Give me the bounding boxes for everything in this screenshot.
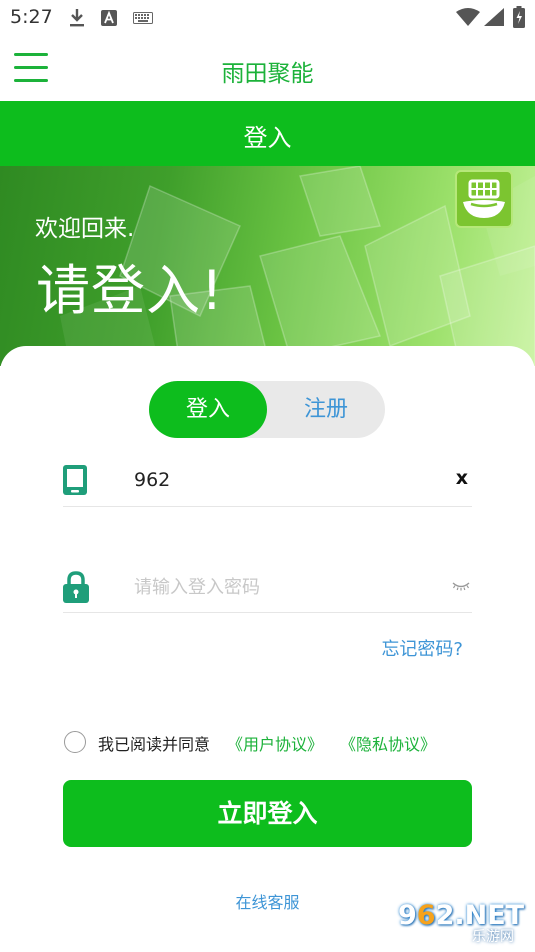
lock-icon	[63, 571, 89, 603]
battery-icon	[513, 6, 525, 28]
status-bar: 5:27	[0, 0, 535, 36]
phone-input[interactable]: 962	[134, 469, 170, 491]
login-register-toggle: 登入 注册	[149, 381, 385, 438]
app-title: 雨田聚能	[221, 61, 314, 87]
clear-phone-button[interactable]: x	[456, 467, 468, 489]
phone-field: 962 x	[63, 457, 472, 507]
user-agreement-link[interactable]: 《用户协议》	[227, 731, 323, 755]
download-icon	[70, 9, 84, 27]
status-time: 5:27	[10, 6, 53, 28]
online-service-link[interactable]: 在线客服	[235, 893, 299, 912]
app-header: 雨田聚能	[0, 36, 535, 101]
login-prompt: 请登入!	[36, 259, 224, 322]
a-notification-icon	[101, 10, 117, 26]
password-field	[63, 563, 472, 613]
app-logo-icon	[455, 170, 513, 228]
privacy-policy-link[interactable]: 《隐私协议》	[340, 731, 436, 755]
phone-icon	[63, 465, 87, 495]
eye-closed-icon[interactable]	[452, 581, 470, 591]
password-input[interactable]	[134, 571, 434, 603]
watermark-subtitle: 乐游网	[472, 929, 514, 945]
agreement-text: 我已阅读并同意	[98, 735, 211, 754]
page-title-bar: 登入	[0, 101, 535, 166]
login-submit-button[interactable]: 立即登入	[63, 780, 472, 847]
login-card: 登入 注册 962 x 忘记密码? 我已阅读并同意 《用户协议》 《隐私协议》 …	[0, 346, 535, 952]
keyboard-icon	[133, 12, 153, 24]
forgot-password-link[interactable]: 忘记密码?	[381, 635, 463, 661]
wifi-icon	[456, 8, 480, 26]
signal-icon	[484, 8, 504, 26]
tab-register[interactable]: 注册	[267, 381, 385, 438]
page-title: 登入	[243, 124, 292, 152]
site-watermark: 962.NET 乐游网	[398, 898, 531, 948]
tab-login[interactable]: 登入	[149, 381, 267, 438]
agreement-checkbox[interactable]	[64, 731, 86, 753]
welcome-text: 欢迎回来.	[35, 216, 135, 242]
welcome-banner: 欢迎回来. 请登入!	[0, 166, 535, 366]
